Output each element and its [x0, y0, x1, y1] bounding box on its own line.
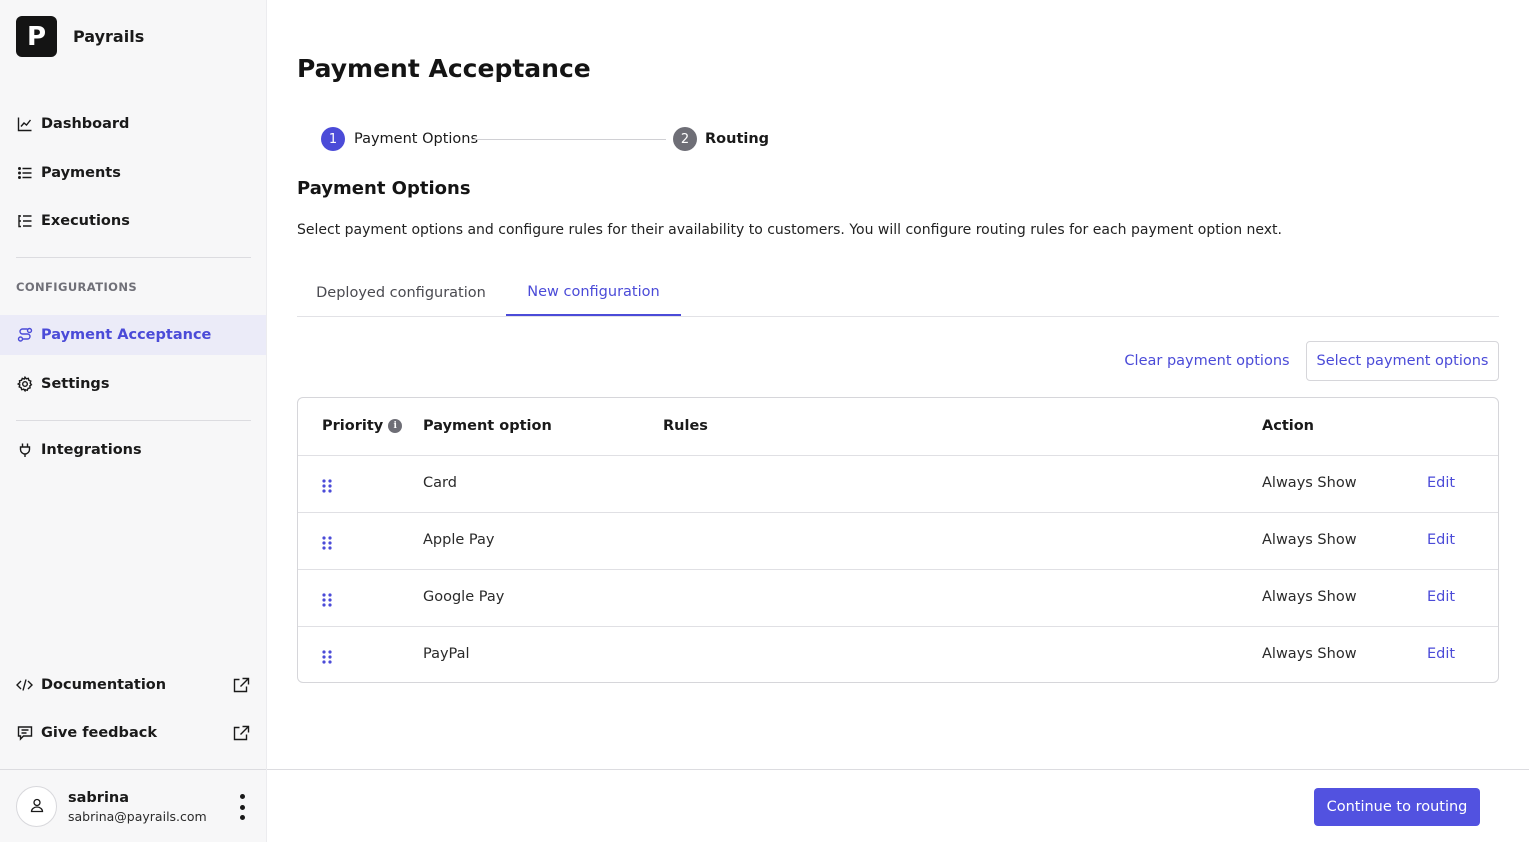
sidebar-divider — [16, 257, 251, 258]
payment-option-action: Always Show — [1262, 532, 1357, 548]
tree-list-icon — [16, 213, 33, 230]
sidebar-item-label: Settings — [41, 376, 110, 392]
sidebar-item-label: Payments — [41, 165, 121, 181]
drag-handle-icon[interactable] — [322, 592, 332, 607]
stepper: 1 Payment Options 2 Routing — [321, 127, 841, 153]
info-icon[interactable]: i — [388, 419, 403, 433]
step-1-label: Payment Options — [354, 131, 479, 147]
tab-deployed-configuration[interactable]: Deployed configuration — [297, 270, 505, 316]
tab-new-configuration[interactable]: New configuration — [506, 270, 681, 316]
drag-handle-icon[interactable] — [322, 535, 332, 550]
select-payment-options-button[interactable]: Select payment options — [1306, 341, 1499, 381]
sidebar-item-label: Give feedback — [41, 725, 157, 741]
user-email: sabrina@payrails.com — [68, 809, 207, 824]
table-row: Card Always Show Edit — [298, 456, 1498, 513]
main-content: Payment Acceptance 1 Payment Options 2 R… — [267, 0, 1529, 842]
table-row: Apple Pay Always Show Edit — [298, 513, 1498, 570]
column-header-priority: Priority i — [322, 418, 403, 434]
footer-bar: Continue to routing — [267, 769, 1529, 842]
user-name: sabrina — [68, 790, 130, 806]
sidebar-item-integrations[interactable]: Integrations — [0, 430, 266, 470]
edit-link[interactable]: Edit — [1427, 532, 1455, 548]
brand-name: Payrails — [73, 27, 145, 46]
sidebar-section-label: CONFIGURATIONS — [16, 280, 138, 294]
gear-icon — [16, 376, 33, 393]
payment-option-action: Always Show — [1262, 589, 1357, 605]
code-icon — [16, 677, 33, 694]
external-link-icon — [233, 677, 250, 694]
sidebar-divider — [16, 420, 251, 421]
column-header-payment-option: Payment option — [423, 418, 552, 434]
message-icon — [16, 725, 33, 742]
list-icon — [16, 165, 33, 182]
drag-handle-icon[interactable] — [322, 649, 332, 664]
sidebar-item-label: Integrations — [41, 442, 142, 458]
edit-link[interactable]: Edit — [1427, 589, 1455, 605]
user-icon — [29, 797, 45, 817]
brand-logo: P — [16, 16, 57, 57]
payment-option-action: Always Show — [1262, 646, 1357, 662]
user-bar: sabrina sabrina@payrails.com — [0, 769, 266, 842]
sidebar-item-documentation[interactable]: Documentation — [0, 665, 266, 705]
route-icon — [16, 327, 33, 344]
sidebar-item-dashboard[interactable]: Dashboard — [0, 104, 266, 144]
drag-handle-icon[interactable] — [322, 478, 332, 493]
external-link-icon — [233, 725, 250, 742]
payment-options-table: Priority i Payment option Rules Action C… — [297, 397, 1499, 683]
table-row: PayPal Always Show Edit — [298, 627, 1498, 682]
section-description: Select payment options and configure rul… — [297, 222, 1282, 238]
brand[interactable]: P Payrails — [16, 16, 144, 57]
payment-option-name: Apple Pay — [423, 532, 495, 548]
sidebar-item-label: Payment Acceptance — [41, 327, 212, 343]
configuration-tabs: Deployed configuration New configuration — [297, 270, 1499, 317]
column-header-rules: Rules — [663, 418, 708, 434]
edit-link[interactable]: Edit — [1427, 646, 1455, 662]
continue-to-routing-button[interactable]: Continue to routing — [1314, 788, 1480, 826]
sidebar-item-label: Dashboard — [41, 116, 130, 132]
chart-line-icon — [16, 116, 33, 133]
edit-link[interactable]: Edit — [1427, 475, 1455, 491]
clear-payment-options-button[interactable]: Clear payment options — [1122, 341, 1292, 381]
section-title: Payment Options — [297, 178, 471, 199]
step-1-number: 1 — [321, 127, 345, 151]
payment-option-name: PayPal — [423, 646, 470, 662]
column-header-action: Action — [1262, 418, 1315, 434]
sidebar-item-settings[interactable]: Settings — [0, 364, 266, 404]
sidebar-item-label: Executions — [41, 213, 130, 229]
sidebar-item-label: Documentation — [41, 677, 167, 693]
payment-option-action: Always Show — [1262, 475, 1357, 491]
sidebar-item-give-feedback[interactable]: Give feedback — [0, 713, 266, 753]
step-2-label: Routing — [705, 131, 770, 147]
column-header-label: Priority — [322, 418, 384, 434]
step-connector — [472, 139, 666, 140]
sidebar-item-payment-acceptance[interactable]: Payment Acceptance — [0, 315, 266, 355]
sidebar-item-payments[interactable]: Payments — [0, 153, 266, 193]
page-title: Payment Acceptance — [297, 54, 591, 83]
sidebar: P Payrails Dashboard Payments Executions… — [0, 0, 267, 842]
step-2-number: 2 — [673, 127, 697, 151]
avatar[interactable] — [16, 786, 57, 827]
payment-option-name: Card — [423, 475, 457, 491]
table-header: Priority i Payment option Rules Action — [298, 398, 1498, 456]
payment-option-name: Google Pay — [423, 589, 505, 605]
sidebar-item-executions[interactable]: Executions — [0, 201, 266, 241]
table-row: Google Pay Always Show Edit — [298, 570, 1498, 627]
plug-icon — [16, 442, 33, 459]
more-options-icon[interactable] — [232, 794, 252, 820]
